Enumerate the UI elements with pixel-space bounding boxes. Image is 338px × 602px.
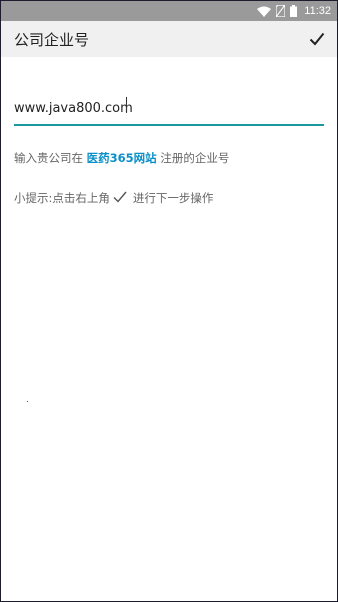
text-cursor [126,97,127,113]
input-hint: 输入贵公司在 医药365网站 注册的企业号 [14,150,324,166]
main-content: 输入贵公司在 医药365网站 注册的企业号 小提示:点击右上角 进行下一步操作 [1,97,337,206]
company-id-input[interactable] [14,101,324,122]
app-bar: 公司企业号 [1,21,337,57]
battery-icon [290,2,298,21]
stray-dot [27,401,28,402]
status-bar: 11:32 [1,1,337,21]
status-time: 11:32 [304,5,331,17]
page-title: 公司企业号 [14,30,90,49]
hint-prefix: 输入贵公司在 [14,151,83,165]
wifi-icon [257,2,272,21]
status-icons: 11:32 [257,2,331,21]
check-icon [113,191,129,205]
sim-off-icon [275,2,286,21]
hint-suffix: 注册的企业号 [160,151,230,165]
company-input-wrapper [14,97,324,126]
tip-prefix: 小提示:点击右上角 [14,191,110,205]
tip-suffix: 进行下一步操作 [132,191,214,205]
site-link[interactable]: 医药365网站 [87,151,157,165]
check-icon [309,32,325,46]
tip-line: 小提示:点击右上角 进行下一步操作 [14,190,324,206]
confirm-button[interactable] [307,29,327,49]
phone-screen: 11:32 公司企业号 输入贵公司在 医药365网站 注册的企业号 小提示:点击… [1,1,337,601]
input-underline [14,124,324,126]
